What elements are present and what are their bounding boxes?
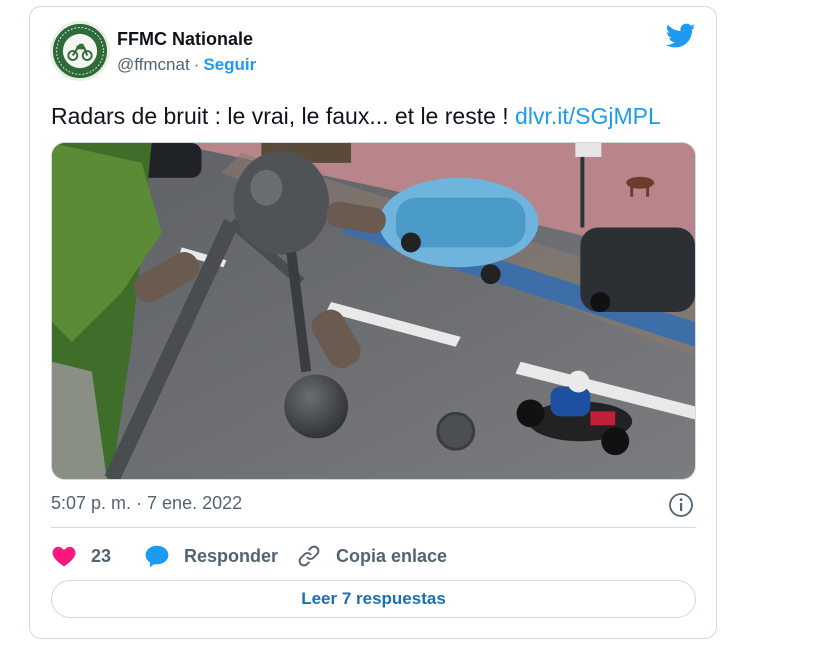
tweet-photo[interactable] (51, 142, 696, 480)
tweet-link[interactable]: dlvr.it/SGjMPL (515, 103, 661, 129)
link-icon (298, 545, 320, 567)
avatar[interactable] (50, 21, 110, 81)
separator-dot: · (193, 55, 200, 74)
likes-count: 23 (91, 545, 112, 566)
speech-bubble-icon (145, 545, 169, 568)
copy-link-label: Copia enlace (336, 545, 448, 566)
tweet-timestamp[interactable]: 5:07 p. m. · 7 ene. 2022 (51, 493, 242, 514)
copy-link-button[interactable]: Copia enlace (296, 543, 447, 569)
author-name[interactable]: FFMC Nationale (117, 29, 253, 50)
follow-button[interactable]: Seguir (203, 55, 256, 74)
ffmc-logo (53, 24, 107, 78)
tweet-card: FFMC Nationale @ffmcnat · Seguir Radars de… (29, 6, 717, 639)
author-handle-row: @ffmcnat · Seguir (117, 55, 256, 75)
read-replies-button[interactable]: Leer 7 respuestas (51, 580, 696, 618)
like-button[interactable]: 23 (51, 543, 111, 569)
heart-icon (52, 546, 76, 567)
tweet-text: Radars de bruit : le vrai, le faux... et… (51, 103, 661, 130)
reply-label: Responder (184, 545, 279, 566)
tweet-body: Radars de bruit : le vrai, le faux... et… (51, 103, 516, 129)
divider (51, 527, 696, 528)
noise-radar-street-photo (52, 143, 695, 479)
author-handle[interactable]: @ffmcnat (117, 55, 190, 74)
reply-button[interactable]: Responder (144, 543, 278, 569)
info-icon[interactable] (668, 492, 694, 518)
twitter-bird-icon[interactable] (665, 23, 696, 49)
